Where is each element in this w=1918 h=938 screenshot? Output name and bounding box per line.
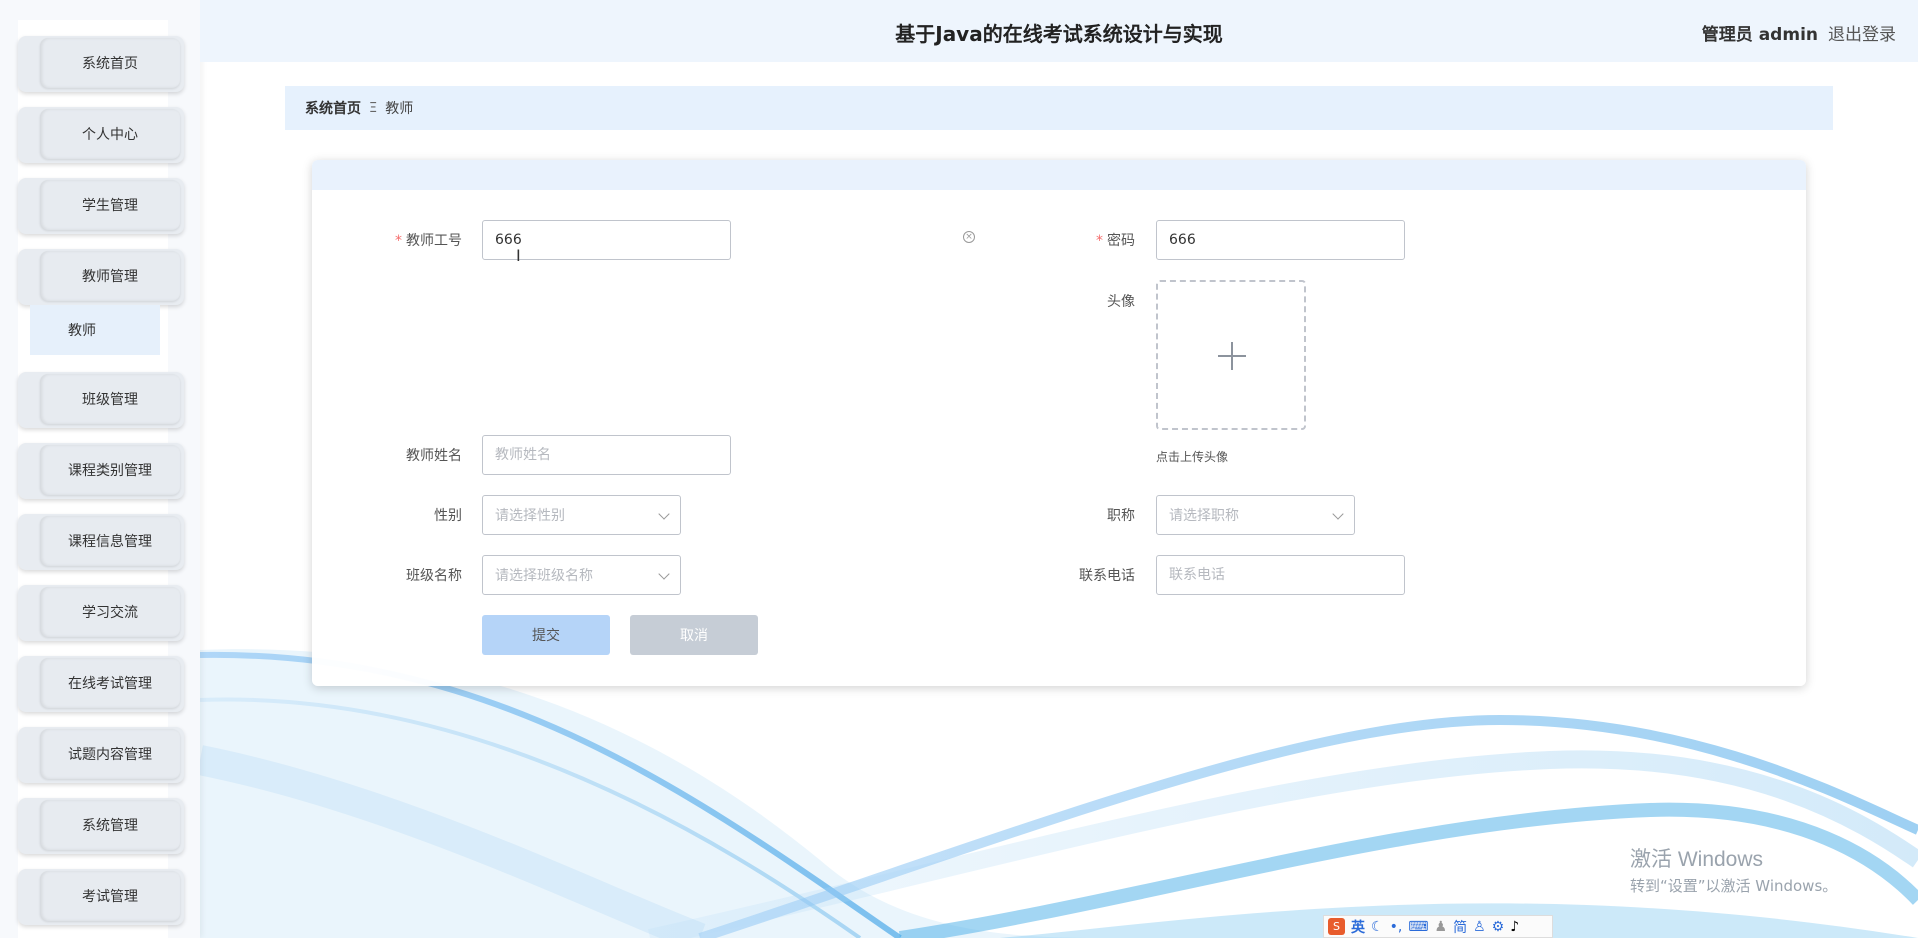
sidebar-item-personal-center[interactable]: 个人中心 (18, 107, 184, 163)
sidebar-item-label: 教师管理 (40, 251, 180, 301)
sidebar-item-label: 系统首页 (40, 38, 180, 88)
sidebar-item-label: 课程类别管理 (40, 445, 180, 495)
sidebar-item-label: 试题内容管理 (40, 729, 180, 779)
ime-toolbar: S 英 ☾ •, ⌨ ♟ 简 ♙ ⚙ ♪ (1323, 915, 1553, 938)
ime-language-toggle[interactable]: 英 (1351, 917, 1365, 937)
class-name-select[interactable]: 请选择班级名称 (482, 555, 681, 595)
teacher-name-input[interactable] (482, 435, 731, 475)
header: 基于Java的在线考试系统设计与实现 管理员 admin 退出登录 (200, 0, 1918, 62)
sidebar-subitem-teacher[interactable]: 教师 (30, 305, 160, 355)
avatar-uploader[interactable] (1156, 280, 1306, 430)
plus-icon-vertical (1231, 342, 1233, 370)
logout-link[interactable]: 退出登录 (1828, 20, 1896, 45)
sidebar-item-label: 学习交流 (40, 587, 180, 637)
chevron-down-icon (658, 508, 670, 520)
title-placeholder: 请选择职称 (1169, 508, 1239, 524)
user-icon[interactable]: ♟ (1435, 919, 1448, 935)
password-input[interactable]: 666 (1156, 220, 1405, 260)
sidebar-item-label: 课程信息管理 (40, 516, 180, 566)
sidebar-item-system[interactable]: 系统管理 (18, 798, 184, 854)
sidebar-item-classes[interactable]: 班级管理 (18, 372, 184, 428)
sidebar-item-course-categories[interactable]: 课程类别管理 (18, 443, 184, 499)
title-select[interactable]: 请选择职称 (1156, 495, 1355, 535)
gear-icon[interactable]: ⚙ (1492, 919, 1505, 935)
sidebar-item-label: 在线考试管理 (40, 658, 180, 708)
breadcrumb-current: 教师 (385, 101, 414, 117)
chevron-down-icon (1332, 508, 1344, 520)
sidebar: 系统首页 个人中心 学生管理 教师管理 教师 班级管理 课程类别管理 课程信息管… (0, 0, 200, 938)
sidebar-item-exams[interactable]: 考试管理 (18, 869, 184, 925)
sidebar-item-question-content[interactable]: 试题内容管理 (18, 727, 184, 783)
breadcrumb-home[interactable]: 系统首页 (305, 98, 361, 118)
watermark-line-1: 激活 Windows (1630, 848, 1764, 871)
ime-logo-icon[interactable]: S (1328, 918, 1345, 935)
sidebar-item-home[interactable]: 系统首页 (18, 36, 184, 92)
user-name: 管理员 admin (1701, 25, 1818, 45)
class-name-placeholder: 请选择班级名称 (495, 568, 593, 584)
sidebar-item-label: 考试管理 (40, 871, 180, 921)
gender-select[interactable]: 请选择性别 (482, 495, 681, 535)
punctuation-icon[interactable]: •, (1390, 919, 1403, 935)
breadcrumb-separator-icon: Ξ (369, 100, 378, 116)
chevron-down-icon (658, 568, 670, 580)
music-note-icon[interactable]: ♪ (1510, 919, 1519, 935)
sidebar-item-online-exams[interactable]: 在线考试管理 (18, 656, 184, 712)
sidebar-item-label: 班级管理 (40, 374, 180, 424)
teacher-id-input[interactable]: 666 (482, 220, 731, 260)
watermark-line-2: 转到“设置”以激活 Windows。 (1630, 877, 1838, 895)
windows-activation-watermark: 激活 Windows 转到“设置”以激活 Windows。 (1630, 843, 1837, 896)
sidebar-item-teachers[interactable]: 教师管理 (18, 249, 184, 305)
sidebar-subitem-label: 教师 (68, 323, 96, 339)
submit-button[interactable]: 提交 (482, 615, 610, 655)
ime-mode-toggle[interactable]: 简 (1453, 917, 1467, 937)
app-title: 基于Java的在线考试系统设计与实现 (895, 22, 1223, 46)
sidebar-item-course-info[interactable]: 课程信息管理 (18, 514, 184, 570)
card-header (312, 160, 1806, 190)
phone-input[interactable] (1156, 555, 1405, 595)
sidebar-item-learning-exchange[interactable]: 学习交流 (18, 585, 184, 641)
sidebar-item-label: 学生管理 (40, 180, 180, 230)
breadcrumb: 系统首页 Ξ 教师 (285, 86, 1833, 130)
sidebar-item-students[interactable]: 学生管理 (18, 178, 184, 234)
user-area: 管理员 admin 退出登录 (1702, 20, 1896, 45)
sidebar-item-label: 系统管理 (40, 800, 180, 850)
moon-icon[interactable]: ☾ (1371, 919, 1384, 935)
sidebar-item-label: 个人中心 (40, 109, 180, 159)
keyboard-icon[interactable]: ⌨ (1408, 919, 1428, 935)
cancel-button[interactable]: 取消 (630, 615, 758, 655)
gender-placeholder: 请选择性别 (495, 508, 565, 524)
shirt-icon[interactable]: ♙ (1473, 919, 1486, 935)
